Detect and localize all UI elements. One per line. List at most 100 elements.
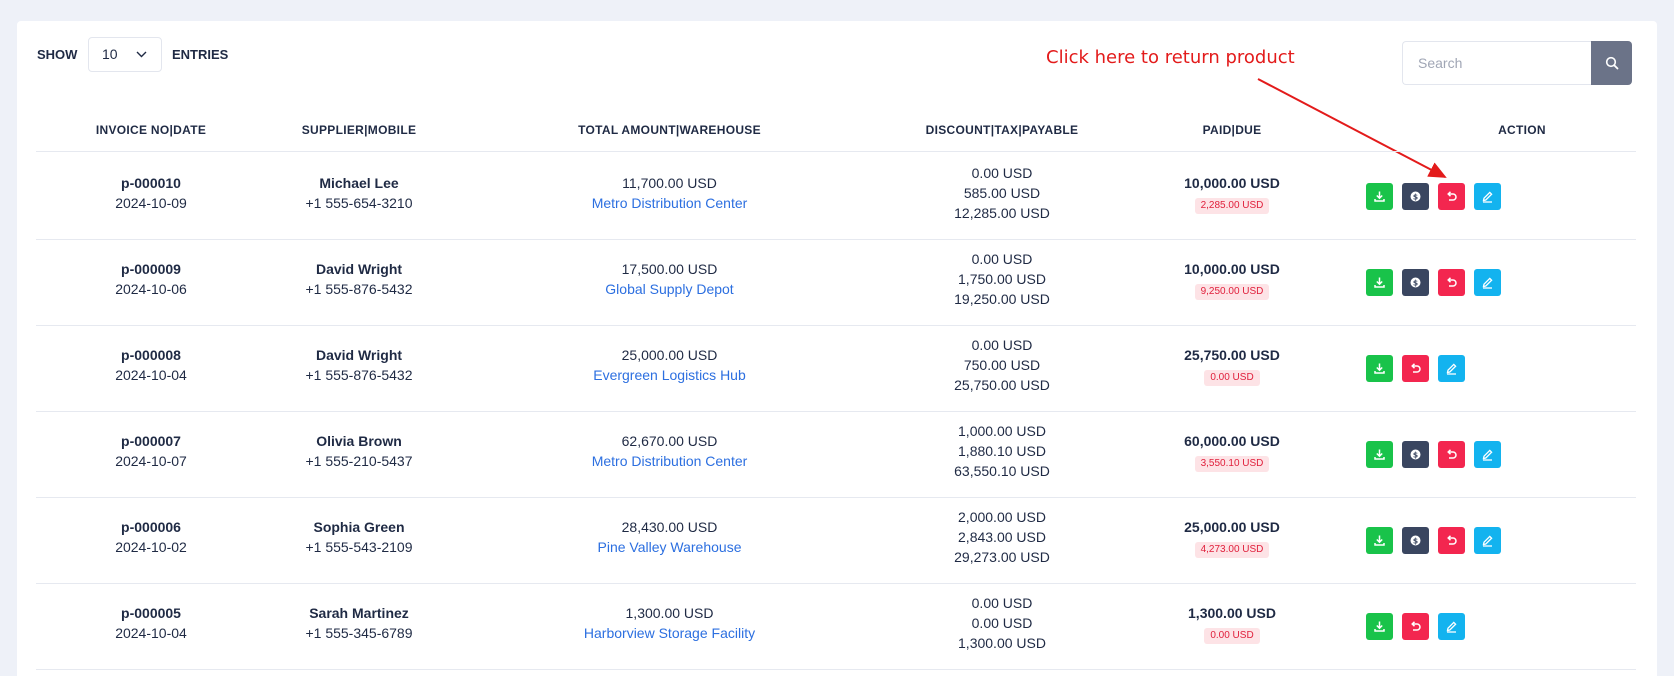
invoice-number: p-000010 [121,175,181,191]
payment-button[interactable]: $ [1402,441,1429,468]
supplier-cell: David Wright +1 555-876-5432 [266,345,452,385]
download-button[interactable] [1366,183,1393,210]
payable-amount: 1,300.00 USD [958,635,1046,651]
edit-button[interactable] [1474,183,1501,210]
payment-button[interactable]: $ [1402,183,1429,210]
table-header: INVOICE NO|DATE SUPPLIER|MOBILE TOTAL AM… [36,111,1636,152]
return-icon [1445,190,1458,203]
tax-amount: 1,750.00 USD [958,271,1046,287]
action-buttons: $ [1366,269,1501,296]
download-button[interactable] [1366,355,1393,382]
total-amount: 25,000.00 USD [621,347,718,363]
payment-icon: $ [1409,276,1422,289]
payment-button[interactable]: $ [1402,269,1429,296]
tax-amount: 2,843.00 USD [958,529,1046,545]
action-buttons [1366,613,1465,640]
return-icon [1409,620,1422,633]
due-badge: 0.00 USD [1204,370,1260,386]
edit-button[interactable] [1438,613,1465,640]
discount-amount: 0.00 USD [971,165,1033,181]
edit-button[interactable] [1474,527,1501,554]
supplier-name: Sarah Martinez [309,605,409,621]
edit-button[interactable] [1474,441,1501,468]
invoice-cell: p-000006 2024-10-02 [36,517,266,557]
table-row: p-000006 2024-10-02 Sophia Green +1 555-543… [36,497,1636,584]
edit-button[interactable] [1474,269,1501,296]
chevron-down-icon [136,51,147,58]
entries-per-page-select[interactable]: 10 [88,37,162,72]
show-label: SHOW [37,47,78,62]
warehouse-link[interactable]: Metro Distribution Center [452,193,887,213]
warehouse-link[interactable]: Evergreen Logistics Hub [452,365,887,385]
invoice-number: p-000008 [121,347,181,363]
svg-text:$: $ [1413,450,1418,459]
due-badge: 0.00 USD [1204,628,1260,644]
edit-icon [1481,190,1494,203]
tax-amount: 0.00 USD [971,615,1033,631]
download-icon [1373,190,1386,203]
payable-amount: 63,550.10 USD [954,463,1050,479]
svg-text:$: $ [1413,192,1418,201]
due-badge: 4,273.00 USD [1194,542,1270,558]
total-amount: 62,670.00 USD [621,433,718,449]
warehouse-link[interactable]: Harborview Storage Facility [452,623,887,643]
invoice-date: 2024-10-06 [115,281,187,297]
download-icon [1373,534,1386,547]
search-input[interactable] [1402,41,1591,85]
supplier-mobile: +1 555-876-5432 [305,367,413,383]
paid-amount: 1,300.00 USD [1188,605,1276,621]
total-cell: 25,000.00 USD Evergreen Logistics Hub [452,345,887,385]
warehouse-link[interactable]: Global Supply Depot [452,279,887,299]
action-buttons: $ [1366,183,1501,210]
header-total-warehouse: TOTAL AMOUNT|WAREHOUSE [578,123,761,137]
total-amount: 17,500.00 USD [621,261,718,277]
download-button[interactable] [1366,441,1393,468]
paid-due-cell: 1,300.00 USD 0.00 USD [1117,603,1347,644]
header-discount-tax-payable: DISCOUNT|TAX|PAYABLE [925,123,1079,137]
download-icon [1373,620,1386,633]
action-buttons: $ [1366,527,1501,554]
invoice-cell: p-000007 2024-10-07 [36,431,266,471]
download-button[interactable] [1366,269,1393,296]
warehouse-link[interactable]: Metro Distribution Center [452,451,887,471]
return-icon [1409,362,1422,375]
discount-amount: 1,000.00 USD [958,423,1046,439]
return-product-button[interactable] [1438,441,1465,468]
edit-icon [1481,276,1494,289]
warehouse-link[interactable]: Pine Valley Warehouse [452,537,887,557]
discount-amount: 0.00 USD [971,595,1033,611]
invoice-cell: p-000010 2024-10-09 [36,173,266,213]
supplier-mobile: +1 555-210-5437 [305,453,413,469]
total-amount: 1,300.00 USD [625,605,714,621]
total-cell: 1,300.00 USD Harborview Storage Facility [452,603,887,643]
total-cell: 17,500.00 USD Global Supply Depot [452,259,887,299]
paid-due-cell: 10,000.00 USD 9,250.00 USD [1117,259,1347,300]
return-product-button[interactable] [1402,355,1429,382]
invoice-date: 2024-10-09 [115,195,187,211]
edit-icon [1445,362,1458,375]
discount-tax-payable-cell: 0.00 USD 585.00 USD 12,285.00 USD [887,163,1117,223]
payment-button[interactable]: $ [1402,527,1429,554]
tax-amount: 750.00 USD [963,357,1041,373]
download-button[interactable] [1366,527,1393,554]
return-product-button[interactable] [1438,527,1465,554]
discount-amount: 2,000.00 USD [958,509,1046,525]
invoice-date: 2024-10-07 [115,453,187,469]
total-cell: 11,700.00 USD Metro Distribution Center [452,173,887,213]
return-product-button[interactable] [1402,613,1429,640]
supplier-cell: Olivia Brown +1 555-210-5437 [266,431,452,471]
total-cell: 62,670.00 USD Metro Distribution Center [452,431,887,471]
download-icon [1373,448,1386,461]
return-product-button[interactable] [1438,269,1465,296]
download-button[interactable] [1366,613,1393,640]
tax-amount: 1,880.10 USD [958,443,1046,459]
paid-amount: 25,750.00 USD [1184,347,1280,363]
edit-button[interactable] [1438,355,1465,382]
return-product-button[interactable] [1438,183,1465,210]
payment-icon: $ [1409,448,1422,461]
header-action: ACTION [1498,123,1546,137]
search-button[interactable] [1591,41,1632,85]
supplier-cell: Sophia Green +1 555-543-2109 [266,517,452,557]
payment-icon: $ [1409,190,1422,203]
payable-amount: 25,750.00 USD [954,377,1050,393]
